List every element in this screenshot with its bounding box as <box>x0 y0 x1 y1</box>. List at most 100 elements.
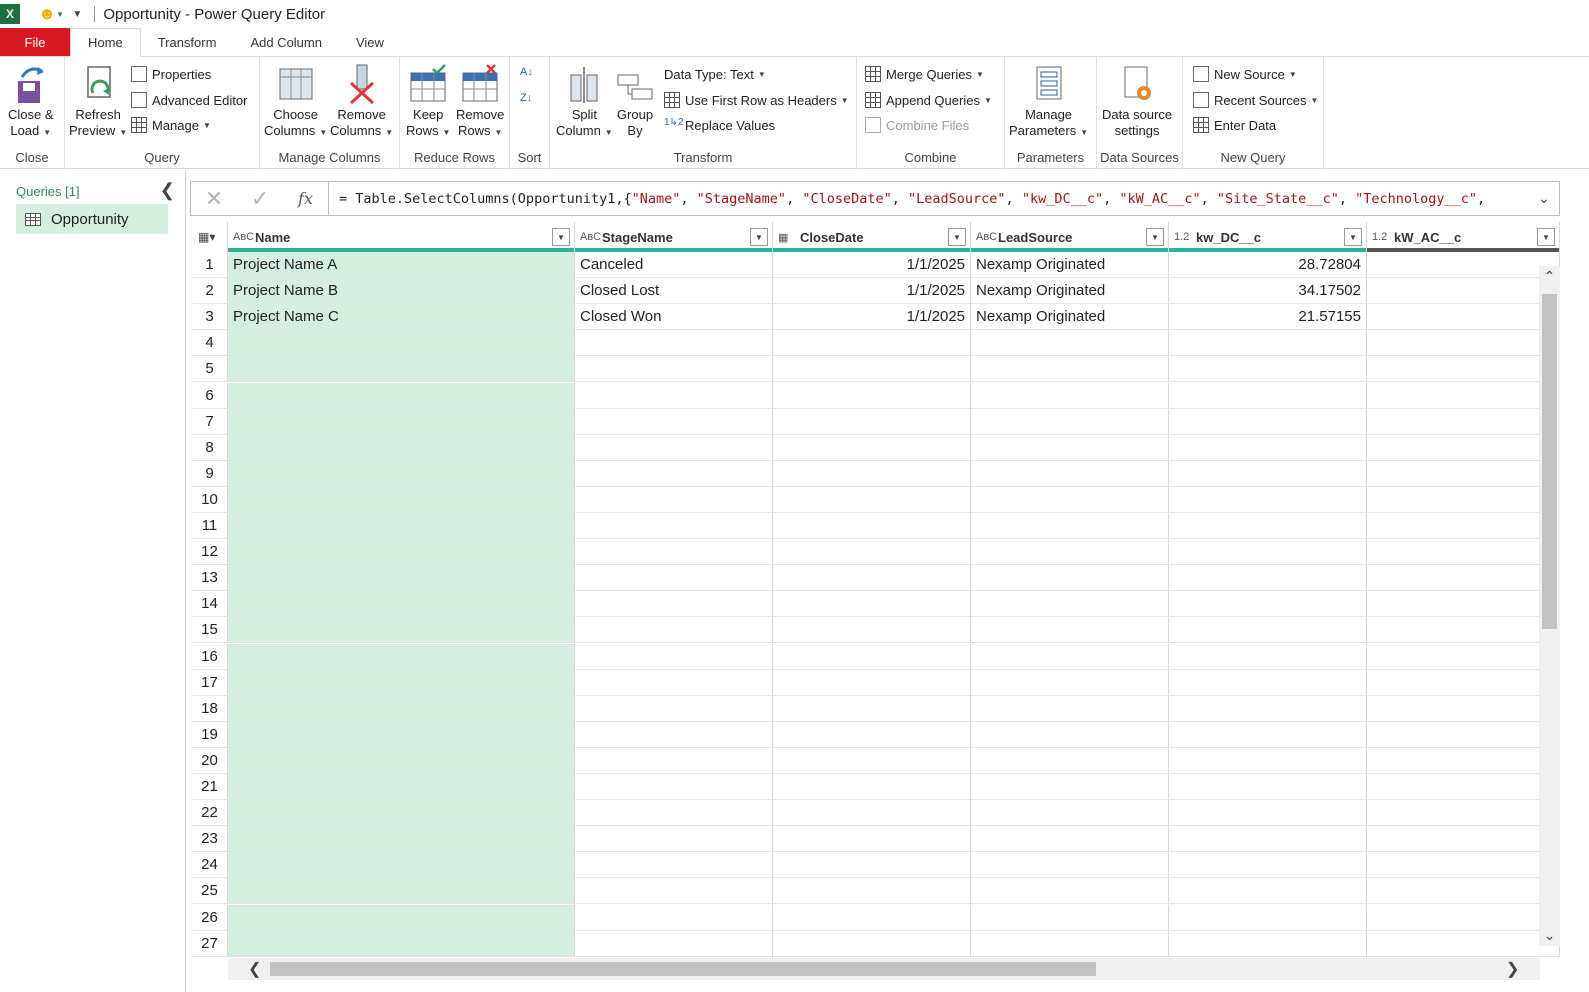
table-cell[interactable] <box>228 617 575 644</box>
table-cell[interactable] <box>1169 382 1367 409</box>
table-cell[interactable] <box>1367 852 1560 879</box>
table-cell[interactable] <box>1367 330 1560 357</box>
table-cell[interactable] <box>575 434 773 461</box>
table-cell[interactable] <box>971 721 1169 748</box>
row-number[interactable]: 8 <box>192 434 228 461</box>
table-cell[interactable] <box>228 565 575 592</box>
row-number[interactable]: 25 <box>192 878 228 905</box>
row-number[interactable]: 1 <box>192 252 228 278</box>
table-cell[interactable] <box>1169 434 1367 461</box>
table-cell[interactable] <box>228 904 575 931</box>
keep-rows-button[interactable]: Keep Rows ▼ <box>406 63 450 141</box>
column-type-icon[interactable]: AʙC <box>233 231 255 243</box>
row-number[interactable]: 17 <box>192 669 228 696</box>
row-number[interactable]: 2 <box>192 278 228 305</box>
table-cell[interactable] <box>1367 669 1560 696</box>
manage-button[interactable]: Manage ▼ <box>131 114 211 136</box>
table-cell[interactable]: Project Name B <box>228 278 575 305</box>
filter-dropdown-icon[interactable]: ▼ <box>552 228 570 246</box>
table-cell[interactable] <box>971 382 1169 409</box>
row-number[interactable]: 6 <box>192 382 228 409</box>
table-cell[interactable]: 16 <box>1367 904 1560 931</box>
table-cell[interactable] <box>575 800 773 827</box>
table-cell[interactable] <box>575 565 773 592</box>
table-cell[interactable] <box>971 565 1169 592</box>
table-cell[interactable] <box>1169 669 1367 696</box>
table-cell[interactable] <box>971 774 1169 800</box>
table-cell[interactable] <box>971 513 1169 539</box>
table-cell[interactable] <box>971 356 1169 383</box>
table-cell[interactable] <box>228 382 575 409</box>
cancel-formula-icon[interactable]: ✕ <box>191 186 237 212</box>
column-type-icon[interactable]: AʙC <box>580 231 602 243</box>
choose-columns-button[interactable]: Choose Columns ▼ <box>264 63 327 141</box>
data-source-settings-button[interactable]: Data source settings <box>1102 63 1172 139</box>
table-cell[interactable] <box>1169 852 1367 879</box>
table-cell[interactable] <box>1367 643 1560 670</box>
scroll-down-icon[interactable]: ⌄ <box>1539 927 1560 944</box>
table-cell[interactable] <box>575 904 773 931</box>
row-number[interactable]: 20 <box>192 747 228 774</box>
table-cell[interactable] <box>1367 539 1560 566</box>
table-menu-button[interactable]: ▦▾ <box>192 222 228 252</box>
row-number[interactable]: 22 <box>192 800 228 827</box>
table-cell[interactable] <box>773 774 971 800</box>
expand-formula-icon[interactable]: ⌄ <box>1529 190 1559 207</box>
table-cell[interactable] <box>773 617 971 644</box>
sort-ascending-button[interactable]: A↓ <box>520 61 533 83</box>
table-cell[interactable] <box>575 539 773 566</box>
table-cell[interactable] <box>228 747 575 774</box>
remove-rows-button[interactable]: Remove Rows ▼ <box>456 63 504 141</box>
row-number[interactable]: 18 <box>192 695 228 722</box>
table-cell[interactable] <box>971 408 1169 435</box>
table-cell[interactable] <box>575 408 773 435</box>
scroll-up-icon[interactable]: ⌃ <box>1539 268 1560 285</box>
table-cell[interactable]: 21.57155 <box>1169 304 1367 331</box>
table-cell[interactable] <box>971 695 1169 722</box>
table-cell[interactable] <box>575 669 773 696</box>
table-cell[interactable] <box>971 434 1169 461</box>
table-cell[interactable] <box>1367 460 1560 487</box>
table-cell[interactable] <box>773 486 971 513</box>
table-cell[interactable]: 1/1/2025 <box>773 304 971 331</box>
row-number[interactable]: 10 <box>192 486 228 513</box>
table-cell[interactable] <box>1367 826 1560 853</box>
sort-descending-button[interactable]: Z↓ <box>520 87 532 109</box>
advanced-editor-button[interactable]: Advanced Editor <box>131 89 247 111</box>
tab-view[interactable]: View <box>339 28 401 56</box>
table-cell[interactable] <box>1367 591 1560 618</box>
recent-sources-button[interactable]: Recent Sources ▼ <box>1193 89 1318 111</box>
table-cell[interactable]: Nexamp Originated <box>971 304 1169 331</box>
row-number[interactable]: 21 <box>192 774 228 800</box>
feedback-dropdown-icon[interactable]: ▾ <box>58 9 63 20</box>
filter-dropdown-icon[interactable]: ▼ <box>1146 228 1164 246</box>
column-header-kw-dc-c[interactable]: 1.2 kw_DC__c ▼ <box>1169 222 1367 252</box>
table-cell[interactable]: Project Name C <box>228 304 575 331</box>
table-cell[interactable] <box>773 878 971 905</box>
table-cell[interactable] <box>1169 486 1367 513</box>
row-number[interactable]: 23 <box>192 826 228 853</box>
table-cell[interactable] <box>971 539 1169 566</box>
table-cell[interactable] <box>1367 382 1560 409</box>
table-cell[interactable]: 1/1/2025 <box>773 252 971 278</box>
table-cell[interactable] <box>1169 591 1367 618</box>
tab-transform[interactable]: Transform <box>141 28 234 56</box>
table-cell[interactable] <box>575 591 773 618</box>
merge-queries-button[interactable]: Merge Queries ▼ <box>865 63 984 85</box>
table-cell[interactable] <box>773 747 971 774</box>
column-header-closedate[interactable]: ▦ CloseDate ▼ <box>773 222 971 252</box>
table-cell[interactable] <box>773 904 971 931</box>
table-cell[interactable] <box>575 513 773 539</box>
row-number[interactable]: 19 <box>192 721 228 748</box>
table-cell[interactable] <box>1367 774 1560 800</box>
table-cell[interactable] <box>228 800 575 827</box>
table-cell[interactable] <box>575 486 773 513</box>
manage-parameters-button[interactable]: Manage Parameters ▼ <box>1009 63 1088 141</box>
column-type-icon[interactable]: 1.2 <box>1372 231 1394 243</box>
table-cell[interactable] <box>575 774 773 800</box>
table-cell[interactable] <box>1367 800 1560 827</box>
table-cell[interactable] <box>228 513 575 539</box>
properties-button[interactable]: Properties <box>131 63 211 85</box>
table-cell[interactable] <box>773 513 971 539</box>
row-number[interactable]: 9 <box>192 460 228 487</box>
